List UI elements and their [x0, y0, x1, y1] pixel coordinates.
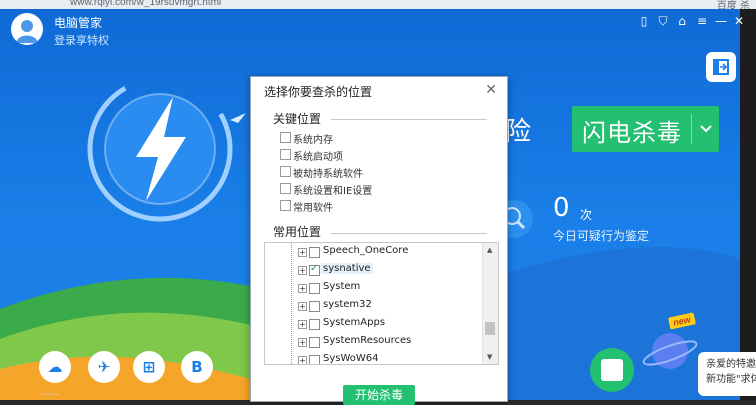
tree-guide — [291, 243, 292, 364]
count-unit: 次 — [580, 208, 593, 222]
phone-icon[interactable]: ▯ — [636, 14, 652, 28]
checkbox[interactable] — [280, 183, 291, 194]
scan-button-label: 闪电杀毒 — [582, 119, 682, 147]
folder-tree[interactable]: + Speech_OneCore + sysnative + System + … — [264, 242, 499, 365]
b-icon[interactable]: B — [181, 351, 213, 383]
expand-icon[interactable]: + — [298, 338, 307, 347]
suspicious-count: 0 — [553, 193, 570, 223]
checkbox[interactable] — [309, 337, 320, 348]
expand-icon[interactable]: + — [298, 266, 307, 275]
expand-icon[interactable]: + — [298, 302, 307, 311]
checkbox[interactable] — [309, 247, 320, 258]
bird-icon[interactable]: ✈ — [88, 351, 120, 383]
menu-icon[interactable]: ≡ — [694, 14, 710, 28]
tree-scrollbar[interactable]: ▲ ▼ — [482, 243, 498, 364]
chevron-down-icon[interactable] — [696, 114, 716, 144]
app-name: 电脑管家 — [54, 16, 103, 30]
expand-icon[interactable]: + — [298, 356, 307, 364]
scan-location-dialog: 选择你要查杀的位置 ✕ 关键位置 系统内存 系统启动项 被劫持系统软件 系统设置… — [250, 76, 508, 405]
windows-icon[interactable]: ⊞ — [133, 351, 165, 383]
toolbox-icon — [601, 359, 623, 381]
dialog-title: 选择你要查杀的位置 — [264, 85, 373, 99]
divider — [331, 233, 487, 234]
checkbox[interactable] — [309, 283, 320, 294]
divider — [331, 119, 487, 120]
exit-icon — [713, 59, 729, 75]
common-section-title: 常用位置 — [273, 225, 322, 239]
avatar[interactable] — [11, 13, 43, 45]
cloud-icon[interactable]: ☁ — [39, 351, 71, 383]
shirt-icon[interactable]: ⌂ — [674, 14, 690, 28]
toolbox-button[interactable] — [590, 348, 634, 392]
headline-partial: 险 — [505, 117, 532, 147]
checkbox[interactable] — [280, 149, 291, 160]
expand-icon[interactable]: + — [298, 320, 307, 329]
close-icon[interactable]: ✕ — [485, 82, 497, 98]
checkbox[interactable] — [309, 355, 320, 364]
shield-icon[interactable]: ⛉ — [655, 14, 671, 29]
checkbox[interactable] — [309, 301, 320, 312]
scan-button[interactable]: 闪电杀毒 — [572, 106, 719, 152]
count-description: 今日可疑行为鉴定 — [553, 229, 650, 243]
key-section-title: 关键位置 — [273, 112, 322, 126]
checkbox[interactable] — [280, 132, 291, 143]
title-bar: 电脑管家 登录享特权 ▯ ⛉ ⌂ ≡ — ✕ — [0, 9, 744, 49]
checkbox[interactable] — [280, 166, 291, 177]
start-scan-button[interactable]: 开始杀毒 — [343, 385, 415, 405]
background-edge — [740, 9, 756, 400]
browser-url[interactable]: www.rqiyi.com/w_19rsuvmgrt.html — [70, 0, 221, 8]
bottom-labels: ······ — [40, 390, 60, 400]
expand-icon[interactable]: + — [298, 248, 307, 257]
expand-icon[interactable]: + — [298, 284, 307, 293]
close-icon[interactable]: ✕ — [731, 14, 747, 28]
checkbox[interactable] — [280, 200, 291, 211]
lightning-logo — [78, 65, 248, 239]
checkbox[interactable] — [309, 319, 320, 330]
scroll-up-icon[interactable]: ▲ — [487, 246, 492, 254]
scrollbar-thumb[interactable] — [485, 322, 495, 335]
promo-text: 亲爱的特邀 新功能"求体 — [706, 359, 756, 385]
minimize-icon[interactable]: — — [713, 14, 729, 28]
side-panel-button[interactable] — [706, 52, 736, 82]
checkbox[interactable] — [309, 263, 320, 276]
promo-bubble[interactable]: 亲爱的特邀 新功能"求体 — [698, 352, 756, 396]
scan-divider — [691, 114, 692, 144]
login-link[interactable]: 登录享特权 — [54, 32, 109, 48]
scroll-down-icon[interactable]: ▼ — [487, 353, 492, 361]
